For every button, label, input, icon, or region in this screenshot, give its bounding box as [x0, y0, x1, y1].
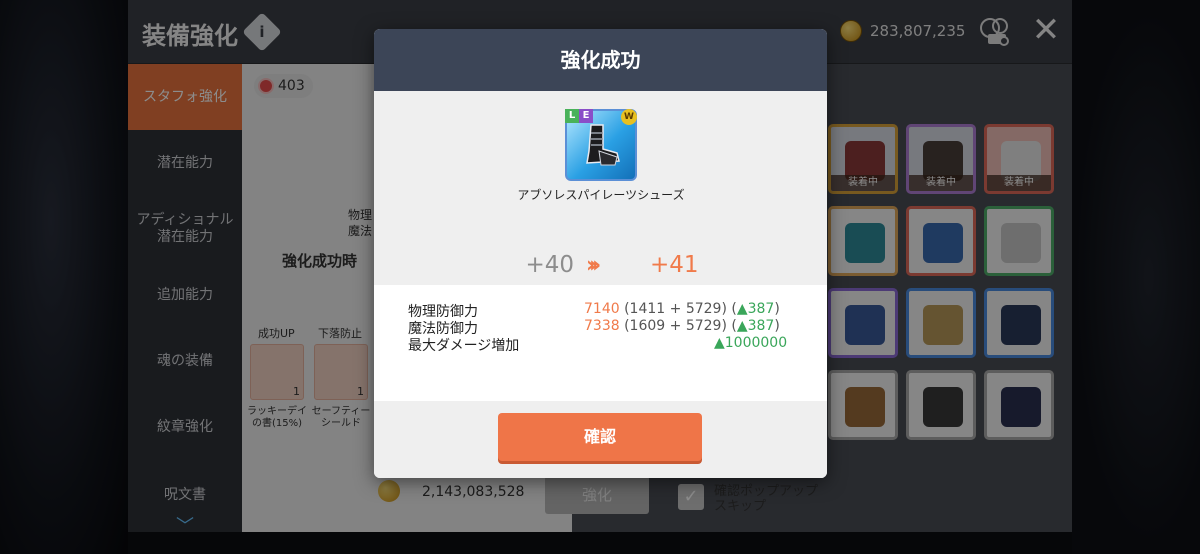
- stat-value-magic-defense: 7338 (1609 + 5729) (▲387): [584, 318, 780, 334]
- level-to: +41: [650, 252, 699, 278]
- dialog-header: 強化成功: [374, 29, 827, 91]
- dialog-title: 強化成功: [560, 48, 641, 72]
- stat-value-physical-defense: 7140 (1411 + 5729) (▲387): [584, 301, 780, 317]
- boots-icon: [586, 124, 620, 166]
- enhance-success-dialog: 強化成功 L E W アブソレスパイレーツシューズ +40 ››› +41 物理…: [374, 29, 827, 478]
- item-icon-pirate-shoes: L E W: [565, 109, 637, 181]
- item-name: アブソレスパイレーツシューズ: [517, 188, 685, 202]
- stat-value-max-damage: ▲1000000: [714, 335, 788, 351]
- double-chevron-right-icon: ›››: [586, 253, 601, 278]
- level-from: +40: [525, 252, 574, 278]
- stat-name-max-damage: 最大ダメージ増加: [408, 338, 520, 354]
- stat-list: 物理防御力 7140 (1411 + 5729) (▲387) 魔法防御力 73…: [374, 285, 827, 401]
- confirm-button[interactable]: 確認: [498, 413, 702, 461]
